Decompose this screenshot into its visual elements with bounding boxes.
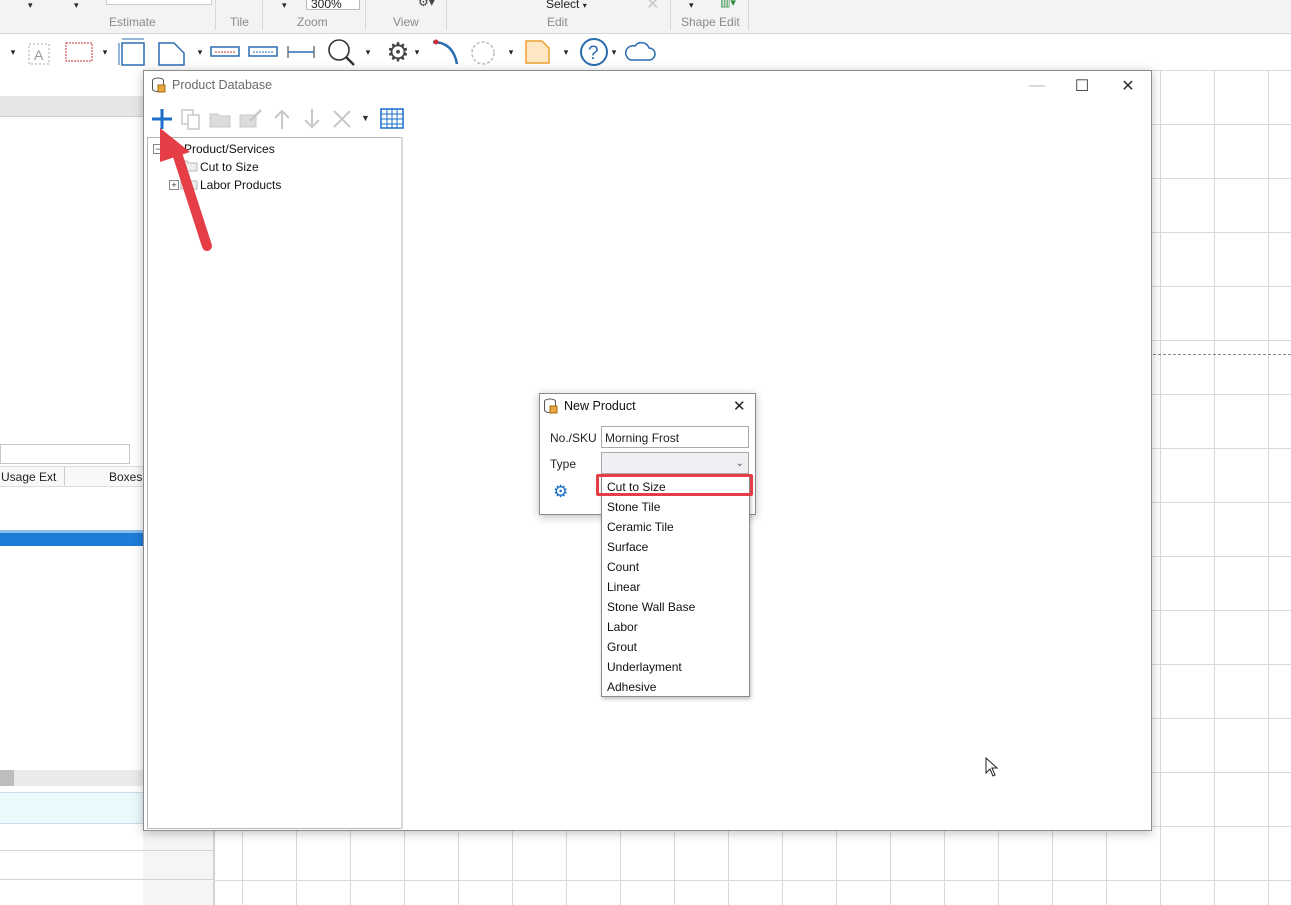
sku-value: Morning Frost — [605, 431, 680, 445]
drawing-toolbar: ▾ A ▾ ▾ ▾ ⚙ ▾ ▾ ▾ ? ▾ — [0, 34, 1291, 70]
toolbar-dropdown-arrow[interactable]: ▾ — [412, 37, 422, 67]
svg-text:?: ? — [588, 43, 599, 64]
type-option-surface[interactable]: Surface — [607, 538, 648, 556]
delete-icon[interactable] — [331, 107, 353, 131]
type-option-count[interactable]: Count — [607, 558, 639, 576]
scroll-thumb[interactable] — [0, 770, 14, 786]
ribbon-dropdown-arrow[interactable]: ▾ — [282, 0, 287, 11]
sku-label: No./SKU — [550, 431, 597, 445]
window-title: Product Database — [172, 78, 273, 92]
shape-icon[interactable] — [155, 37, 189, 67]
move-down-icon[interactable] — [301, 107, 323, 131]
type-option-underlayment[interactable]: Underlayment — [607, 658, 682, 676]
dialog-title: New Product — [564, 399, 636, 413]
measure-icon[interactable] — [284, 37, 318, 67]
edit-icon[interactable] — [238, 107, 264, 131]
annotation-arrow — [152, 122, 222, 257]
close-button[interactable]: ✕ — [1108, 73, 1148, 99]
rotate-icon[interactable] — [466, 37, 500, 67]
left-pane: Usage Ext Boxes — [0, 70, 143, 905]
ribbon-group-tile: Tile — [230, 15, 249, 29]
cloud-icon[interactable] — [622, 37, 658, 67]
type-option-ceramic-tile[interactable]: Ceramic Tile — [607, 518, 674, 536]
move-up-icon[interactable] — [271, 107, 293, 131]
pane-filter-input[interactable] — [0, 444, 130, 464]
type-option-labor[interactable]: Labor — [607, 618, 638, 636]
annotation-highlight-box — [596, 474, 753, 496]
arc-icon[interactable] — [428, 37, 462, 67]
mouse-cursor-icon — [985, 756, 999, 780]
lower-left-lines — [0, 850, 143, 851]
toolbar-dropdown-arrow[interactable]: ▾ — [8, 37, 18, 67]
ribbon-group-edit: Edit — [547, 15, 568, 29]
type-option-stone-wall-base[interactable]: Stone Wall Base — [607, 598, 695, 616]
select-button[interactable]: Select ▾ — [546, 0, 587, 11]
ribbon-dropdown-arrow[interactable]: ▾ — [74, 0, 79, 11]
help-icon[interactable]: ? — [576, 37, 612, 67]
svg-text:A: A — [34, 47, 44, 63]
close-x-icon[interactable]: ✕ — [646, 0, 659, 14]
ribbon-group-shape-edit: Shape Edit — [681, 15, 740, 29]
zoom-icon[interactable] — [323, 37, 359, 67]
grid-header: Usage Ext Boxes — [0, 466, 143, 487]
col-usage-ext[interactable]: Usage Ext — [1, 470, 56, 484]
ribbon-dropdown-arrow[interactable]: ▾ — [689, 0, 694, 11]
dialog-close-button[interactable]: ✕ — [733, 397, 746, 415]
type-label: Type — [550, 457, 577, 471]
view-gear-icon[interactable]: ⚙▾ — [418, 0, 435, 9]
dimension-icon[interactable] — [208, 37, 242, 67]
horizontal-scrollbar[interactable] — [0, 770, 143, 786]
type-option-linear[interactable]: Linear — [607, 578, 640, 596]
database-icon — [151, 77, 167, 96]
text-icon[interactable]: A — [24, 37, 54, 67]
database-icon — [543, 398, 559, 417]
dimension2-icon[interactable] — [246, 37, 280, 67]
ribbon-group-estimate: Estimate — [109, 15, 156, 29]
toolbar-dropdown-arrow[interactable]: ▾ — [363, 37, 373, 67]
zoom-combo[interactable]: 300% — [306, 0, 360, 11]
delete-dropdown-arrow[interactable]: ▼ — [361, 113, 370, 123]
type-option-stone-tile[interactable]: Stone Tile — [607, 498, 660, 516]
sku-input[interactable]: Morning Frost — [601, 426, 749, 448]
type-select[interactable]: ⌄ — [601, 452, 749, 474]
col-boxes[interactable]: Boxes — [109, 470, 142, 484]
type-option-adhesive[interactable]: Adhesive — [607, 678, 656, 696]
pane-header-bar — [0, 96, 143, 117]
selected-row-bar[interactable] — [0, 530, 143, 546]
toolbar-dropdown-arrow[interactable]: ▾ — [609, 37, 619, 67]
maximize-button[interactable]: ☐ — [1062, 73, 1102, 99]
resize-icon[interactable] — [115, 37, 149, 67]
estimate-field[interactable] — [106, 0, 212, 5]
lower-left-lines — [0, 879, 143, 880]
rectangle-icon[interactable] — [62, 37, 96, 67]
toolbar-dropdown-arrow[interactable]: ▾ — [561, 37, 571, 67]
type-dropdown-list: Cut to Size Stone Tile Ceramic Tile Surf… — [601, 475, 750, 697]
type-option-grout[interactable]: Grout — [607, 638, 637, 656]
zoom-value: 300% — [311, 0, 342, 11]
lower-left-panel — [143, 829, 215, 905]
ribbon-group-view: View — [393, 15, 419, 29]
ribbon-dropdown-arrow[interactable]: ▾ — [28, 0, 33, 11]
col-divider — [64, 467, 65, 486]
tree-right-border — [401, 137, 403, 829]
chart-icon[interactable]: ▥▾ — [720, 0, 736, 9]
toolbar-dropdown-arrow[interactable]: ▾ — [506, 37, 516, 67]
ribbon: ▾ ▾ Estimate Tile ▾ 300% Zoom ⚙▾ View Se… — [0, 0, 1291, 34]
ribbon-group-zoom: Zoom — [297, 15, 328, 29]
page-icon[interactable] — [520, 37, 554, 67]
grid-icon[interactable] — [379, 107, 405, 131]
info-strip — [0, 792, 143, 824]
toolbar-dropdown-arrow[interactable]: ▾ — [100, 37, 110, 67]
chevron-down-icon: ⌄ — [735, 458, 744, 469]
canvas-dashed-line — [1153, 354, 1291, 355]
minimize-button[interactable]: — — [1017, 73, 1057, 99]
gear-icon[interactable]: ⚙ — [553, 482, 568, 502]
toolbar-dropdown-arrow[interactable]: ▾ — [195, 37, 205, 67]
